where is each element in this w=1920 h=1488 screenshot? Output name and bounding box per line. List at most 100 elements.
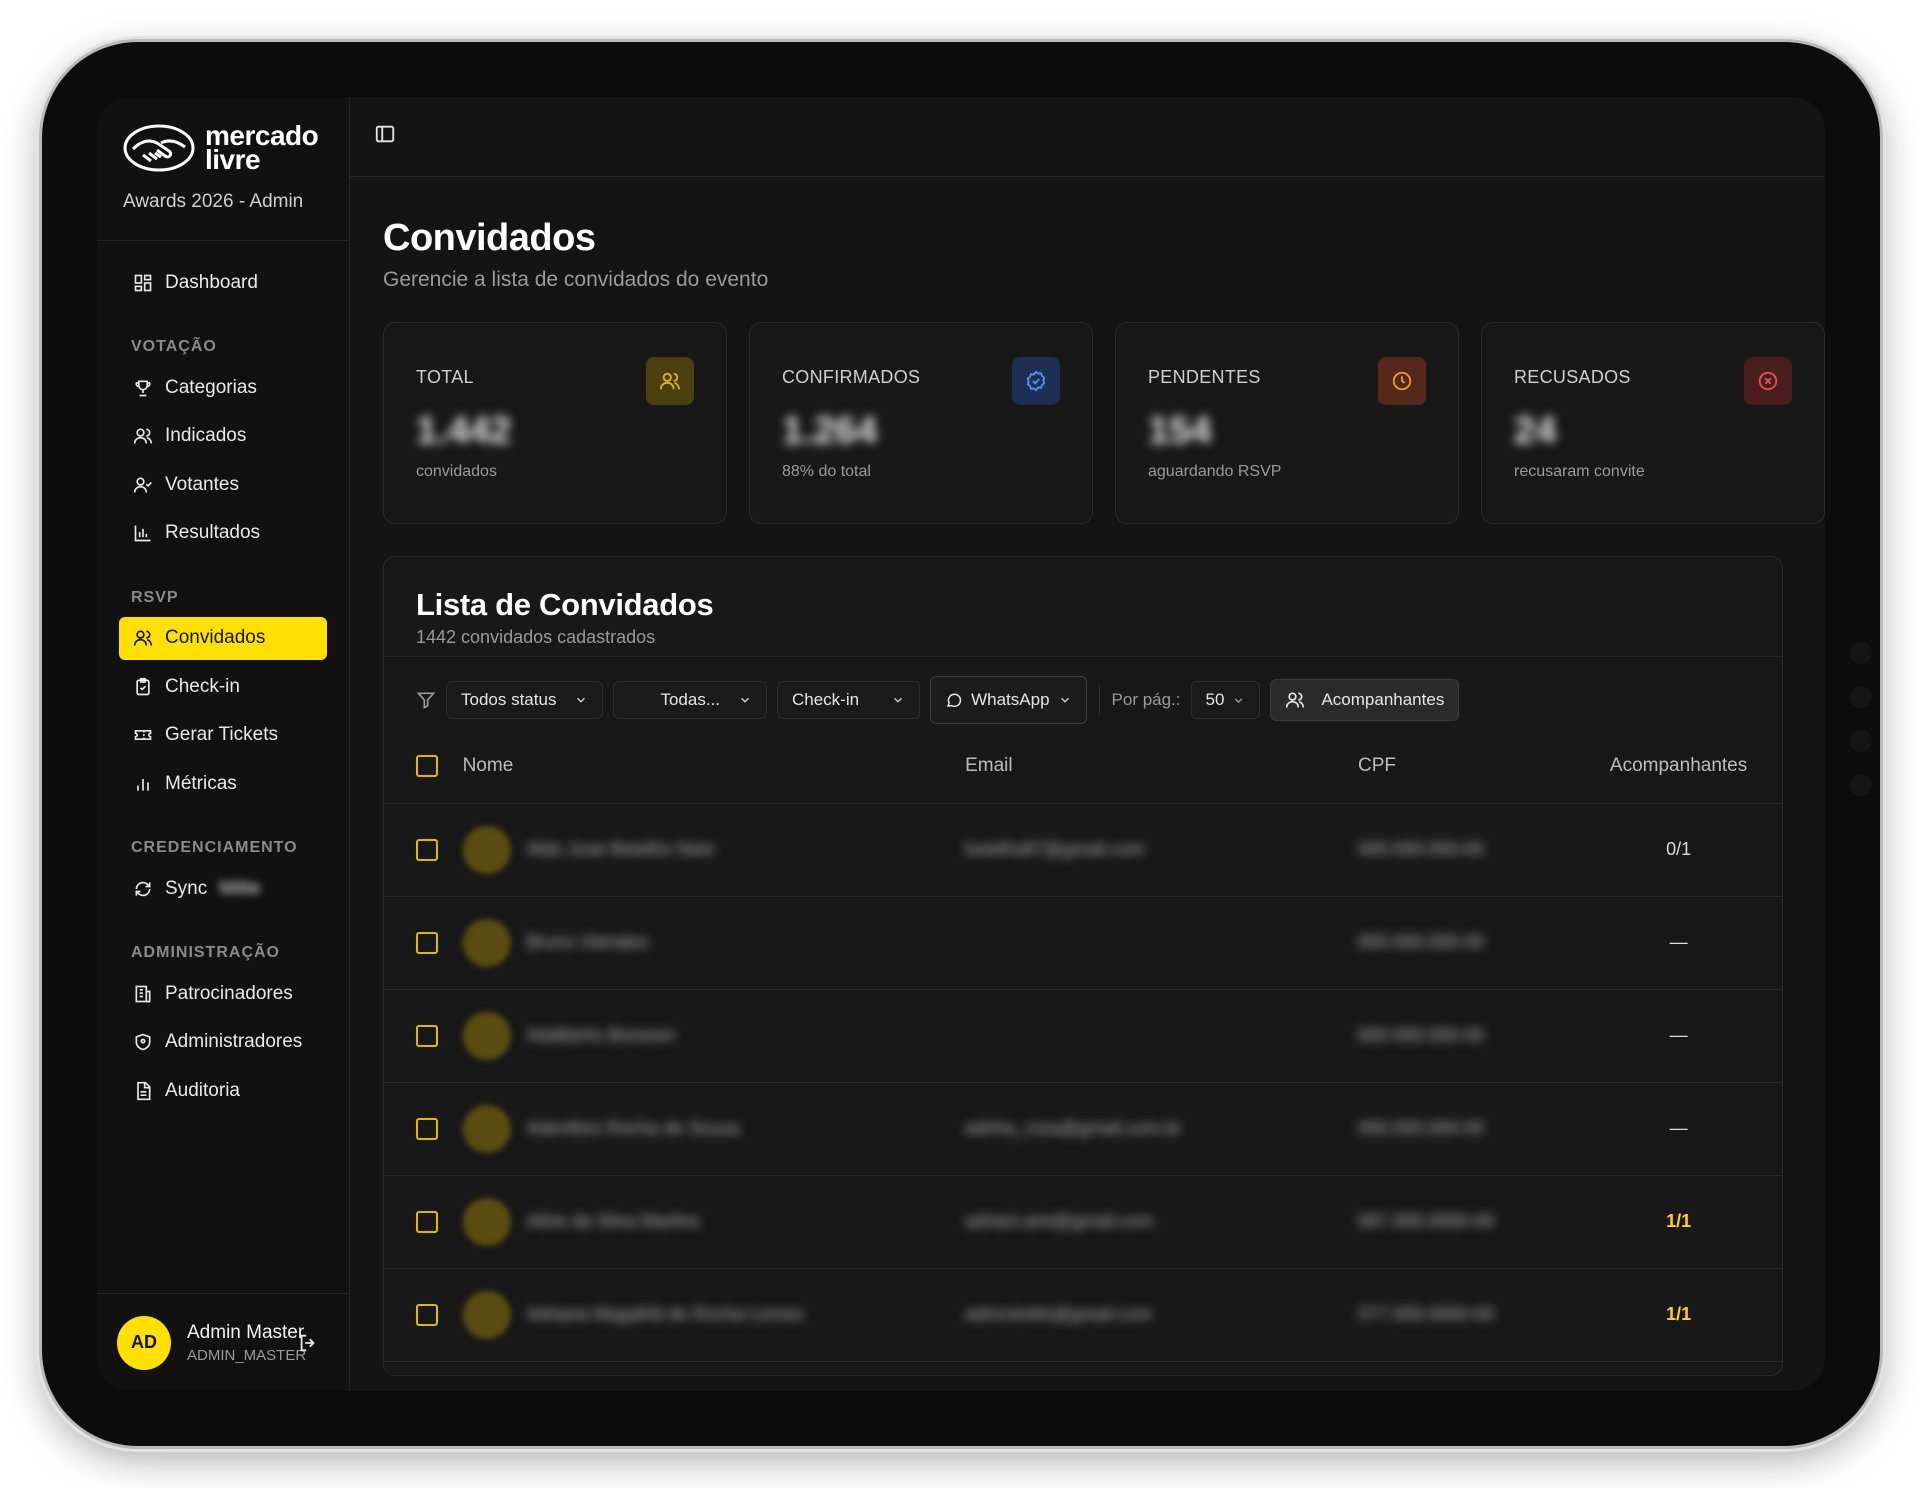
stat-note: aguardando RSVP <box>1148 463 1282 480</box>
column-header-name[interactable]: Nome <box>462 729 966 804</box>
sidebar-item-label: Patrocinadores <box>165 982 293 1004</box>
table-header-row: Nome Email CPF Acompanhantes <box>384 729 1782 804</box>
row-checkbox[interactable] <box>416 1024 438 1047</box>
app-screen: mercado livre Awards 2026 - Admin Dashbo… <box>97 97 1825 1391</box>
status-filter-select[interactable]: Todos status <box>446 681 604 719</box>
guest-companions: 1/1 <box>1575 1175 1782 1269</box>
sidebar-item-resultados[interactable]: Resultados <box>119 512 327 555</box>
stat-value: 24 <box>1514 410 1557 452</box>
row-checkbox[interactable] <box>416 1303 438 1326</box>
brand-logo[interactable]: mercado livre <box>123 122 349 174</box>
per-page-value: 50 <box>1205 690 1225 709</box>
companions-button[interactable]: Acompanhantes <box>1270 679 1460 721</box>
table-row[interactable]: Aline da Silva Martins adriani.ami@gmail… <box>384 1175 1782 1269</box>
sidebar-item-gerar-tickets[interactable]: Gerar Tickets <box>119 714 327 757</box>
user-info: Admin Master ADMIN_MASTER <box>187 1322 306 1364</box>
guest-cpf: 000.000.000-00 <box>1358 1118 1485 1138</box>
guest-email: adriani.ami@gmail.com <box>965 1211 1154 1231</box>
check-badge-icon <box>1026 370 1046 392</box>
per-page-select[interactable]: 50 <box>1190 681 1261 719</box>
page-title: Convidados <box>383 217 596 259</box>
sidebar-item-sync[interactable]: Sync Mitte <box>119 867 327 910</box>
column-header-cpf[interactable]: CPF <box>1358 729 1576 804</box>
stat-value: 1.442 <box>416 410 512 452</box>
stat-icon-box <box>1744 357 1792 405</box>
row-checkbox[interactable] <box>416 838 438 861</box>
users-icon <box>133 428 153 444</box>
sidebar-item-label: Gerar Tickets <box>165 724 278 745</box>
clipboard-check-icon <box>136 677 150 695</box>
sidebar-item-label: Categorias <box>165 376 257 398</box>
category-filter-value: Todas... <box>660 690 720 709</box>
sidebar-item-label: Administradores <box>165 1031 303 1052</box>
sidebar-item-administradores[interactable]: Administradores <box>119 1021 327 1064</box>
table-row[interactable]: Adriana Magalhã de Rocha Lemes adrivnimk… <box>384 1268 1782 1362</box>
stat-icon-box <box>1378 357 1426 405</box>
main-content: Convidados Gerencie a lista de convidado… <box>350 97 1825 1391</box>
whatsapp-filter-select[interactable]: WhatsApp <box>930 676 1087 724</box>
logout-icon[interactable] <box>297 1332 319 1354</box>
handshake-logo-icon <box>123 124 195 172</box>
sidebar-item-label: Auditoria <box>165 1079 240 1101</box>
guest-companions: — <box>1575 1082 1782 1176</box>
table-row[interactable]: Aldo José Botelho Neto botelho87@gmail.c… <box>384 803 1782 897</box>
avatar[interactable]: AD <box>117 1315 171 1370</box>
guest-email: adriha_rosa@gmail.com.br <box>965 1118 1182 1138</box>
page-subtitle: Gerencie a lista de convidados do evento <box>383 268 769 291</box>
checkin-filter-select[interactable]: Check-in <box>777 681 921 719</box>
table-row[interactable]: Adenilton Rocha de Sousa adriha_rosa@gma… <box>384 1082 1782 1176</box>
guest-name: Adriana Magalhã de Rocha Lemes <box>526 1304 804 1324</box>
sidebar-toggle-icon[interactable] <box>374 123 396 145</box>
sidebar-item-auditoria[interactable]: Auditoria <box>119 1069 327 1112</box>
table-row[interactable]: Bruno Vieirales 000.000.000-00 — <box>384 896 1782 990</box>
stat-value: 154 <box>1148 410 1212 452</box>
chevron-down-icon <box>577 697 586 703</box>
sidebar-item-votantes[interactable]: Votantes <box>119 463 327 506</box>
guest-cpf: 077.000.0000-00 <box>1358 1304 1495 1324</box>
stat-card-recusados: RECUSADOS 24 recusaram convite <box>1481 322 1825 524</box>
sidebar-item-indicados[interactable]: Indicados <box>119 415 327 458</box>
tablet-frame: mercado livre Awards 2026 - Admin Dashbo… <box>42 42 1880 1446</box>
users-icon <box>133 630 153 646</box>
guest-name: Aldo José Botelho Neto <box>526 839 715 859</box>
device-sensors <box>1850 642 1874 818</box>
nav-section-credenciamento: CREDENCIAMENTO <box>131 839 298 856</box>
sidebar-item-label: Indicados <box>165 425 247 446</box>
row-checkbox[interactable] <box>416 1117 438 1140</box>
sidebar-item-convidados[interactable]: Convidados <box>119 616 327 660</box>
guest-name: Adenilton Rocha de Sousa <box>526 1118 740 1138</box>
stat-note: convidados <box>416 463 497 480</box>
table-row[interactable]: Adalberto Boneser 000.000.000-00 — <box>384 989 1782 1083</box>
guest-avatar <box>462 825 511 874</box>
row-checkbox[interactable] <box>416 1210 438 1233</box>
guest-companions: — <box>1575 989 1782 1083</box>
sidebar-item-categorias[interactable]: Categorias <box>119 366 327 409</box>
sidebar-item-check-in[interactable]: Check-in <box>119 665 327 708</box>
guest-avatar <box>462 1290 511 1339</box>
nav-section-rsvp: RSVP <box>131 588 179 606</box>
row-checkbox[interactable] <box>416 931 438 954</box>
stat-card-pendentes: PENDENTES 154 aguardando RSVP <box>1115 322 1459 524</box>
column-header-email[interactable]: Email <box>965 729 1359 804</box>
guest-cpf: 000.000.000-00 <box>1358 1025 1485 1045</box>
column-header-companions[interactable]: Acompanhantes <box>1575 729 1782 804</box>
guest-list-card: Lista de Convidados 1442 convidados cada… <box>383 556 1783 1376</box>
ticket-icon <box>134 730 152 740</box>
nav-section-administracao: ADMINISTRAÇÃO <box>131 944 280 961</box>
sidebar: mercado livre Awards 2026 - Admin Dashbo… <box>97 97 350 1391</box>
category-filter-select[interactable]: Todas... <box>613 681 767 719</box>
chevron-down-icon <box>740 697 750 703</box>
sidebar-item-dashboard[interactable]: Dashboard <box>119 261 327 304</box>
guest-avatar <box>462 1197 511 1246</box>
sidebar-item-metricas[interactable]: Métricas <box>119 762 327 805</box>
guest-name: Aline da Silva Martins <box>526 1211 700 1231</box>
guest-name: Adalberto Boneser <box>526 1025 676 1045</box>
brand-subtitle: Awards 2026 - Admin <box>123 191 304 212</box>
filter-icon <box>416 692 436 709</box>
status-filter-value: Todos status <box>461 690 557 709</box>
select-all-checkbox[interactable] <box>416 754 438 777</box>
filter-divider <box>1098 685 1100 715</box>
sidebar-item-patrocinadores[interactable]: Patrocinadores <box>119 972 327 1015</box>
guest-table: Nome Email CPF Acompanhantes Aldo José B… <box>384 729 1782 1362</box>
guest-avatar <box>462 1011 511 1060</box>
